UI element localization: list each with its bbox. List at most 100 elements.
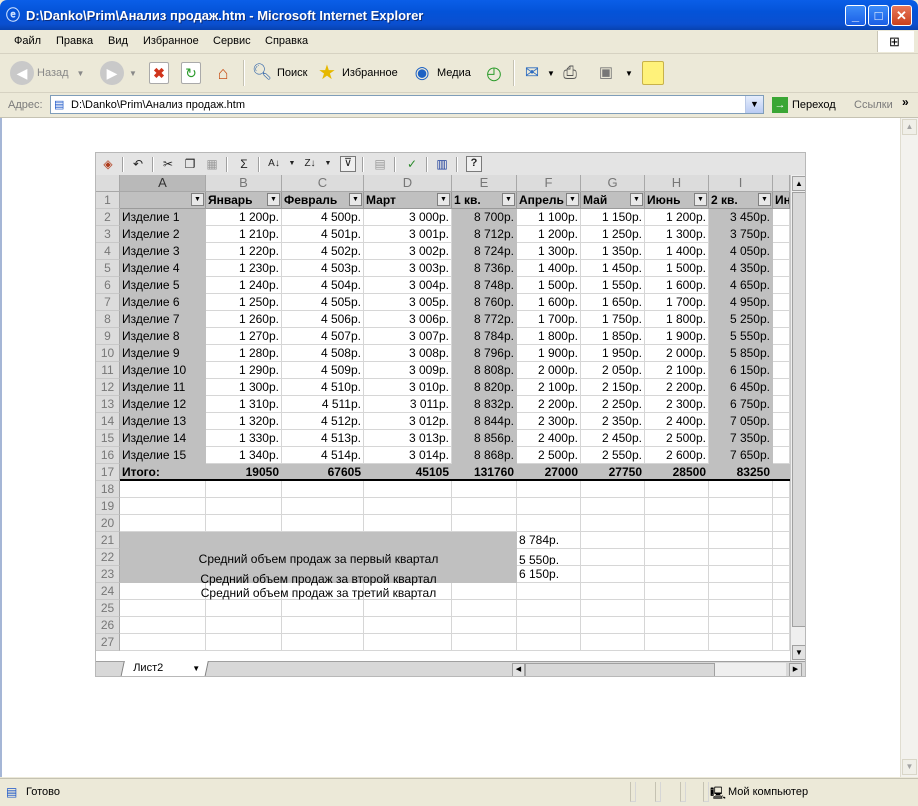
empty-cell[interactable] [581, 515, 645, 532]
sales-cell[interactable]: 8 712р. [452, 226, 517, 243]
row-header[interactable]: 25 [96, 600, 120, 617]
empty-cell[interactable] [206, 634, 282, 651]
empty-cell[interactable] [452, 498, 517, 515]
sales-cell[interactable]: 1 850р. [581, 328, 645, 345]
product-name-cell[interactable]: Изделие 7 [120, 311, 206, 328]
menu-file[interactable]: Файл [14, 35, 41, 47]
spreadsheet-vertical-scrollbar[interactable]: ▲ ▼ [790, 175, 805, 661]
address-dropdown-icon[interactable]: ▼ [745, 96, 763, 113]
sales-cell[interactable]: 4 505р. [282, 294, 364, 311]
filter-dropdown-icon[interactable]: ▼ [566, 193, 579, 206]
sales-cell[interactable]: 2 000р. [645, 345, 709, 362]
sales-cell[interactable]: 1 150р. [581, 209, 645, 226]
empty-cell[interactable] [709, 481, 773, 498]
sales-cell[interactable]: 1 260р. [206, 311, 282, 328]
sales-cell[interactable]: 3 014р. [364, 447, 452, 464]
sales-cell[interactable]: 8 784р. [452, 328, 517, 345]
sales-cell[interactable]: 1 200р. [517, 226, 581, 243]
sales-cell[interactable]: 4 504р. [282, 277, 364, 294]
row-header[interactable]: 10 [96, 345, 120, 362]
sales-cell[interactable]: 4 503р. [282, 260, 364, 277]
sales-cell[interactable]: 1 350р. [581, 243, 645, 260]
stop-button[interactable]: ✖ [149, 58, 172, 88]
sales-cell[interactable]: 5 250р. [709, 311, 773, 328]
sales-cell[interactable]: 1 500р. [517, 277, 581, 294]
edit-button[interactable]: ▣ ▼ [594, 58, 633, 88]
header-cell[interactable]: Февраль ▼ [282, 192, 364, 209]
sales-cell[interactable]: 1 330р. [206, 430, 282, 447]
note-button[interactable] [642, 58, 667, 88]
sales-cell[interactable]: 1 250р. [581, 226, 645, 243]
sales-cell[interactable]: 8 844р. [452, 413, 517, 430]
sales-cell[interactable]: 3 009р. [364, 362, 452, 379]
sales-cell[interactable] [773, 345, 790, 362]
sales-cell[interactable]: 3 010р. [364, 379, 452, 396]
sales-cell[interactable]: 1 700р. [645, 294, 709, 311]
average-value-cell[interactable]: 6 150р. [517, 566, 581, 583]
sales-cell[interactable]: 2 200р. [517, 396, 581, 413]
sales-cell[interactable]: 1 300р. [517, 243, 581, 260]
empty-cell[interactable] [773, 498, 790, 515]
office-logo-icon[interactable]: ◈ [100, 156, 116, 172]
sales-cell[interactable] [773, 294, 790, 311]
sales-cell[interactable]: 2 450р. [581, 430, 645, 447]
export-excel-icon[interactable]: ✓ [404, 156, 420, 172]
product-name-cell[interactable]: Изделие 10 [120, 362, 206, 379]
forward-button[interactable]: ▶ ▼ [100, 58, 137, 88]
sales-cell[interactable]: 7 650р. [709, 447, 773, 464]
product-name-cell[interactable]: Изделие 12 [120, 396, 206, 413]
sales-cell[interactable]: 2 100р. [645, 362, 709, 379]
empty-cell[interactable] [517, 617, 581, 634]
filter-dropdown-icon[interactable]: ▼ [349, 193, 362, 206]
column-header-j[interactable] [773, 175, 790, 192]
sort-ascending-icon[interactable]: A↓ [266, 156, 282, 172]
close-button[interactable]: ✕ [891, 5, 912, 26]
row-header[interactable]: 12 [96, 379, 120, 396]
empty-cell[interactable] [282, 634, 364, 651]
header-cell[interactable]: Ин [773, 192, 790, 209]
sales-cell[interactable]: 1 750р. [581, 311, 645, 328]
empty-cell[interactable] [517, 481, 581, 498]
sales-cell[interactable]: 1 230р. [206, 260, 282, 277]
empty-cell[interactable] [452, 617, 517, 634]
sales-cell[interactable]: 1 280р. [206, 345, 282, 362]
row-header[interactable]: 23 [96, 566, 120, 583]
empty-cell[interactable] [645, 481, 709, 498]
sales-cell[interactable]: 4 509р. [282, 362, 364, 379]
column-header-b[interactable]: B [206, 175, 282, 192]
sales-cell[interactable]: 3 001р. [364, 226, 452, 243]
row-header[interactable]: 5 [96, 260, 120, 277]
column-header-h[interactable]: H [645, 175, 709, 192]
empty-cell[interactable] [773, 532, 790, 549]
autosum-icon[interactable]: Σ [236, 156, 252, 172]
product-name-cell[interactable]: Изделие 8 [120, 328, 206, 345]
sales-cell[interactable]: 6 450р. [709, 379, 773, 396]
product-name-cell[interactable]: Изделие 4 [120, 260, 206, 277]
header-cell[interactable]: 2 кв. ▼ [709, 192, 773, 209]
sales-cell[interactable] [773, 396, 790, 413]
spreadsheet-horizontal-scrollbar[interactable]: ◀ ▶ [512, 663, 802, 676]
scroll-up-icon[interactable]: ▲ [792, 176, 805, 191]
sales-cell[interactable]: 4 501р. [282, 226, 364, 243]
empty-cell[interactable] [452, 634, 517, 651]
empty-cell[interactable] [773, 481, 790, 498]
sales-cell[interactable]: 3 002р. [364, 243, 452, 260]
sales-cell[interactable]: 2 550р. [581, 447, 645, 464]
row-header[interactable]: 18 [96, 481, 120, 498]
filter-dropdown-icon[interactable]: ▼ [437, 193, 450, 206]
row-header[interactable]: 24 [96, 583, 120, 600]
sales-cell[interactable]: 1 400р. [517, 260, 581, 277]
row-header[interactable]: 15 [96, 430, 120, 447]
sales-cell[interactable]: 4 502р. [282, 243, 364, 260]
empty-cell[interactable] [581, 566, 645, 583]
sales-cell[interactable]: 2 150р. [581, 379, 645, 396]
empty-cell[interactable] [773, 566, 790, 583]
sales-cell[interactable]: 8 832р. [452, 396, 517, 413]
empty-cell[interactable] [282, 617, 364, 634]
empty-cell[interactable] [282, 498, 364, 515]
filter-dropdown-icon[interactable]: ▼ [758, 193, 771, 206]
sheet-tab[interactable]: Лист2 ▼ [120, 661, 209, 676]
address-input[interactable]: ▤ D:\Danko\Prim\Анализ продаж.htm ▼ [50, 95, 764, 114]
empty-cell[interactable] [282, 481, 364, 498]
sales-cell[interactable]: 3 006р. [364, 311, 452, 328]
